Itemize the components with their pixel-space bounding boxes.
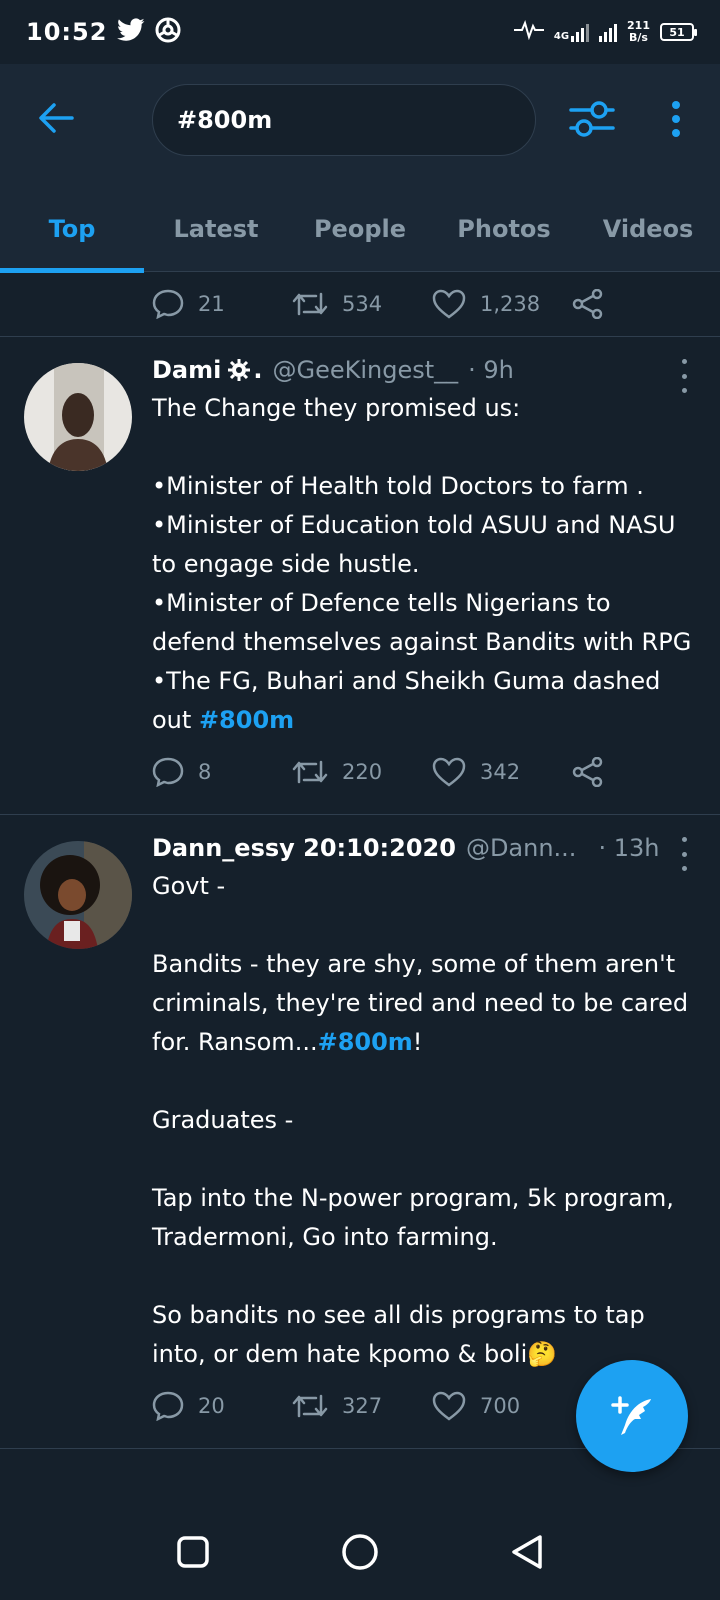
retweet-count: 220 <box>342 760 383 784</box>
tweet-more-button[interactable] <box>674 837 694 871</box>
retweet-icon <box>292 1394 328 1418</box>
like-count: 1,238 <box>480 292 541 316</box>
prev-tweet-actions: 21 534 1,238 <box>0 272 720 336</box>
share-button[interactable] <box>572 289 612 319</box>
retweet-button[interactable]: 327 <box>292 1392 432 1420</box>
tweet-text: The Change they promised us: •Minister o… <box>152 389 700 740</box>
sliders-icon <box>569 101 615 137</box>
tweet[interactable]: Dami . @GeeKingest__ · 9h The Change the… <box>0 337 720 804</box>
search-query: #800m <box>177 106 273 134</box>
tab-latest[interactable]: Latest <box>144 186 288 272</box>
signal-icon <box>571 22 590 42</box>
circle-icon <box>342 1534 378 1570</box>
retweet-button[interactable]: 534 <box>292 290 432 318</box>
system-nav-bar <box>0 1504 720 1600</box>
arrow-left-icon <box>39 103 74 133</box>
tweet-actions: 8 220 342 <box>152 740 700 804</box>
retweet-count: 534 <box>342 292 383 316</box>
reply-count: 20 <box>198 1394 225 1418</box>
reply-count: 8 <box>198 760 212 784</box>
author-handle[interactable]: @Dann... <box>466 834 577 862</box>
back-nav-button[interactable] <box>497 1522 557 1582</box>
net-speed-unit: B/s <box>629 31 648 44</box>
reply-icon <box>152 757 184 787</box>
share-icon <box>572 289 603 319</box>
compose-tweet-button[interactable] <box>576 1360 688 1472</box>
share-icon <box>572 757 603 787</box>
author-name[interactable]: Dann_essy 20:10:2020 <box>152 834 456 862</box>
like-button[interactable]: 342 <box>432 757 572 787</box>
retweet-icon <box>292 292 328 316</box>
signal-icon-2 <box>599 22 618 42</box>
tab-videos[interactable]: Videos <box>576 186 720 272</box>
tab-top[interactable]: Top <box>0 186 144 273</box>
gear-icon <box>227 358 251 382</box>
reply-button[interactable]: 21 <box>152 289 292 319</box>
reply-button[interactable]: 8 <box>152 757 292 787</box>
reply-button[interactable]: 20 <box>152 1391 292 1421</box>
tweet-more-button[interactable] <box>674 359 694 393</box>
status-time: 10:52 <box>26 18 108 46</box>
avatar[interactable] <box>24 363 132 471</box>
chrome-icon <box>155 17 181 47</box>
heart-icon <box>432 289 466 319</box>
heart-icon <box>432 1391 466 1421</box>
search-input[interactable]: #800m <box>152 84 536 156</box>
status-bar: 10:52 4G 211 B/s 51 <box>0 0 720 64</box>
back-button[interactable] <box>30 92 82 144</box>
battery-icon: 51 <box>660 23 697 41</box>
tweet-header: Dann_essy 20:10:2020 @Dann... · 13h <box>152 829 700 867</box>
like-count: 700 <box>480 1394 521 1418</box>
network-type: 4G <box>553 31 570 42</box>
search-tabs: Top Latest People Photos Videos <box>0 186 720 273</box>
square-icon <box>177 1536 210 1568</box>
avatar[interactable] <box>24 841 132 949</box>
battery-level: 51 <box>669 25 685 39</box>
tweet[interactable]: Dann_essy 20:10:2020 @Dann... · 13h Govt… <box>0 815 720 1438</box>
triangle-back-icon <box>511 1535 542 1569</box>
tweet-text-part-2: ! Graduates - Tap into the N-power progr… <box>152 1028 674 1368</box>
name-dot: . <box>253 356 263 384</box>
hashtag-link[interactable]: #800m <box>199 706 294 734</box>
heart-icon <box>432 757 466 787</box>
home-button[interactable] <box>330 1522 390 1582</box>
author-handle[interactable]: @GeeKingest__ <box>272 356 458 384</box>
retweet-icon <box>292 760 328 784</box>
more-vertical-icon <box>672 101 680 137</box>
author-name[interactable]: Dami <box>152 356 221 384</box>
activity-icon <box>513 20 544 44</box>
tab-people[interactable]: People <box>288 186 432 272</box>
tab-photos[interactable]: Photos <box>432 186 576 272</box>
tweet-text: Govt - Bandits - they are shy, some of t… <box>152 867 700 1374</box>
tweet-time: · 13h <box>598 834 660 862</box>
twitter-bird-icon <box>117 18 145 46</box>
net-speed: 211 B/s <box>627 20 650 44</box>
like-count: 342 <box>480 760 521 784</box>
tweet-text-part-1: Govt - Bandits - they are shy, some of t… <box>152 872 689 1056</box>
retweet-button[interactable]: 220 <box>292 758 432 786</box>
retweet-count: 327 <box>342 1394 383 1418</box>
recents-button[interactable] <box>163 1522 223 1582</box>
hashtag-link[interactable]: #800m <box>318 1028 413 1056</box>
overflow-menu-button[interactable] <box>656 94 696 144</box>
tweet-header: Dami . @GeeKingest__ · 9h <box>152 351 700 389</box>
search-filter-button[interactable] <box>566 94 618 144</box>
tweet-text-content: The Change they promised us: •Minister o… <box>152 394 692 734</box>
reply-count: 21 <box>198 292 225 316</box>
tweet-feed[interactable]: 21 534 1,238 Dami . @GeeKingest__ · 9h T… <box>0 272 720 1504</box>
reply-icon <box>152 289 184 319</box>
search-header: #800m <box>0 64 720 186</box>
like-button[interactable]: 1,238 <box>432 289 572 319</box>
reply-icon <box>152 1391 184 1421</box>
tweet-time: · 9h <box>468 356 514 384</box>
feather-plus-icon <box>611 1396 651 1435</box>
share-button[interactable] <box>572 757 612 787</box>
like-button[interactable]: 700 <box>432 1391 572 1421</box>
